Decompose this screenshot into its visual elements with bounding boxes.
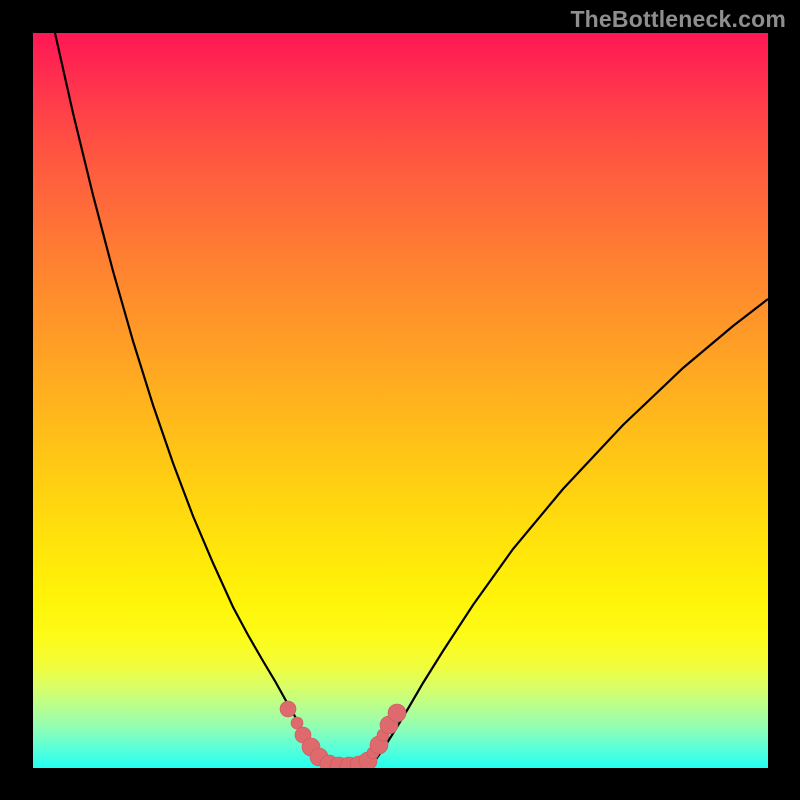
chart-frame: TheBottleneck.com: [0, 0, 800, 800]
data-marker: [280, 701, 296, 717]
curve-path: [55, 33, 768, 768]
bottleneck-curve: [33, 33, 768, 768]
marker-group: [280, 701, 406, 768]
data-marker: [388, 704, 406, 722]
plot-area: [33, 33, 768, 768]
watermark-text: TheBottleneck.com: [570, 6, 786, 33]
